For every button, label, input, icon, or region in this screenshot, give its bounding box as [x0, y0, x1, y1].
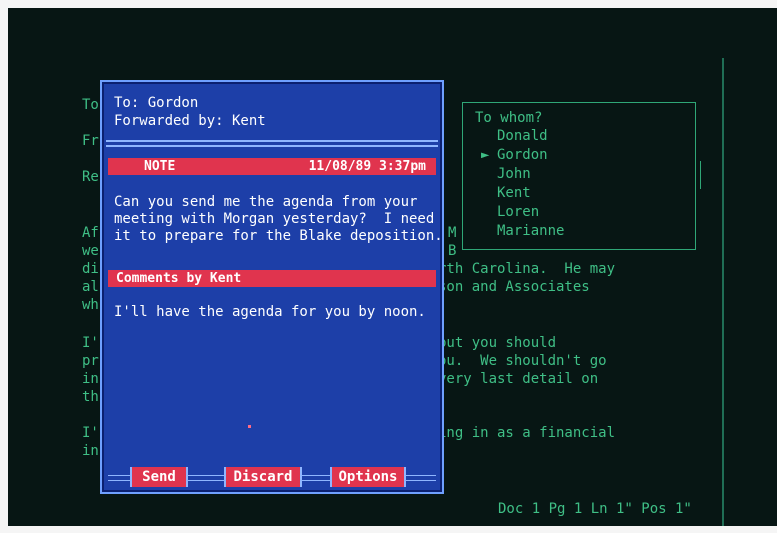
scroll-indicator[interactable]	[695, 161, 701, 189]
send-button[interactable]: Send	[130, 467, 188, 487]
options-button[interactable]: Options	[330, 467, 406, 487]
doc-fragment: I'	[82, 425, 99, 441]
doc-fragment: wh	[82, 297, 99, 313]
doc-fragment: th	[82, 389, 99, 405]
note-label: NOTE	[144, 159, 176, 174]
doc-fragment: Fr	[82, 133, 99, 149]
doc-fragment: but you should	[438, 335, 557, 351]
text-cursor	[248, 425, 251, 428]
recipient-label: John	[497, 166, 531, 182]
recipient-item-john[interactable]: John	[473, 165, 564, 184]
recipient-label: Kent	[497, 185, 531, 201]
discard-button[interactable]: Discard	[224, 467, 302, 487]
recipient-item-donald[interactable]: Donald	[473, 127, 564, 146]
selection-arrow-icon: ►	[481, 147, 490, 163]
note-datetime: 11/08/89 3:37pm	[308, 159, 426, 174]
doc-fragment: di	[82, 261, 99, 277]
note-text: Can you send me the agenda from your mee…	[114, 194, 443, 244]
recipient-item-loren[interactable]: Loren	[473, 203, 564, 222]
recipient-item-gordon[interactable]: ► Gordon	[473, 146, 564, 165]
recipient-label: Donald	[497, 128, 548, 144]
comments-bar: Comments by Kent	[108, 270, 436, 287]
doc-fragment: in	[82, 371, 99, 387]
forwarded-line: Forwarded by: Kent	[114, 113, 266, 129]
doc-fragment: Re	[82, 169, 99, 185]
doc-fragment: M	[448, 225, 457, 241]
doc-fragment: ing in as a financial	[438, 425, 616, 441]
doc-fragment: Af	[82, 225, 99, 241]
recipient-item-marianne[interactable]: Marianne	[473, 222, 564, 241]
message-dialog: To: Gordon Forwarded by: Kent NOTE 11/08…	[100, 80, 444, 494]
doc-fragment: very last detail on	[438, 371, 599, 387]
message-header: To: Gordon Forwarded by: Kent	[114, 94, 266, 130]
divider	[106, 140, 438, 142]
margin-rule	[722, 58, 724, 526]
doc-fragment: son and Associates	[438, 279, 590, 295]
recipient-label: Marianne	[497, 223, 565, 239]
doc-fragment: ou. We shouldn't go	[438, 353, 607, 369]
status-line: Doc 1 Pg 1 Ln 1" Pos 1"	[498, 501, 692, 517]
recipient-label: Loren	[497, 204, 540, 220]
monitor-screen: To Fr Re Af we di al wh I' pr in th I' i…	[8, 8, 777, 526]
doc-fragment: pr	[82, 353, 99, 369]
divider	[106, 145, 438, 147]
comment-textarea[interactable]: I'll have the agenda for you by noon.	[114, 304, 426, 320]
doc-fragment: al	[82, 279, 99, 295]
recipient-picker-title: To whom?	[475, 110, 543, 126]
doc-fragment: I'	[82, 335, 99, 351]
recipient-list: Donald ► Gordon John Kent Loren Marianne	[473, 127, 564, 241]
comments-label: Comments by Kent	[116, 271, 242, 286]
to-line: To: Gordon	[114, 95, 199, 111]
note-bar: NOTE 11/08/89 3:37pm	[108, 158, 436, 175]
doc-fragment: in	[82, 443, 99, 459]
recipient-label: Gordon	[497, 147, 548, 163]
doc-fragment: we	[82, 243, 99, 259]
doc-fragment: rth Carolina. He may	[438, 261, 616, 277]
doc-fragment: B	[448, 243, 457, 259]
doc-fragment: To	[82, 97, 99, 113]
recipient-picker[interactable]: To whom? Donald ► Gordon John Kent Loren …	[462, 102, 701, 250]
recipient-item-kent[interactable]: Kent	[473, 184, 564, 203]
